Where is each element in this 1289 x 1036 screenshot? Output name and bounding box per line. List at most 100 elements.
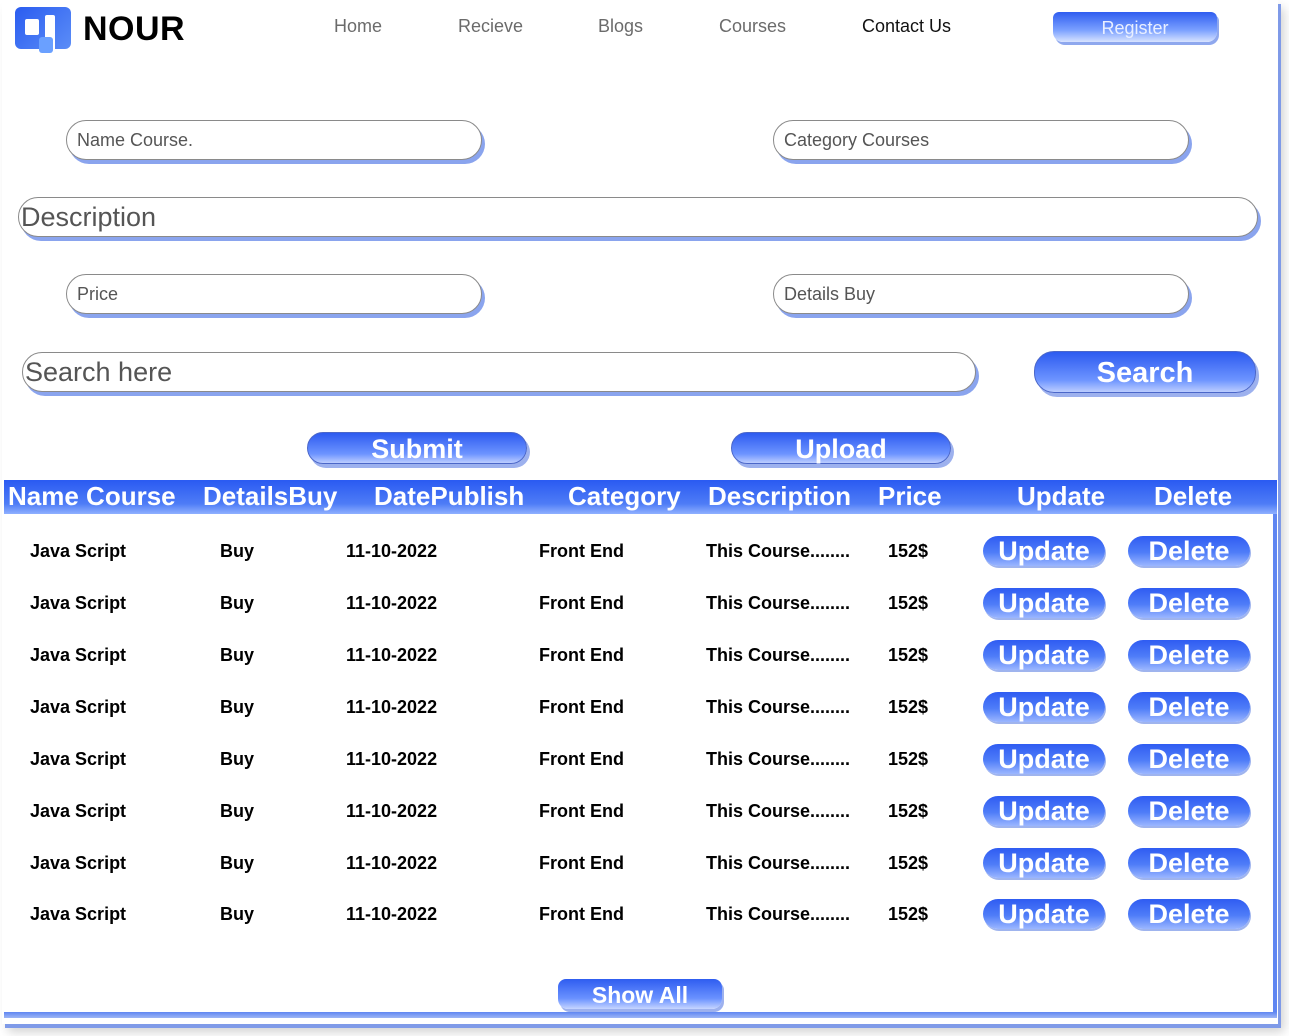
table-header: Name Course DetailsBuy DatePublish Categ… — [4, 480, 1277, 514]
header-date-publish: DatePublish — [374, 481, 525, 511]
search-placeholder: Search here — [25, 356, 173, 387]
cell-details-buy: Buy — [220, 801, 255, 821]
cell-description: This Course........ — [706, 749, 851, 769]
cell-price: 152$ — [888, 593, 929, 613]
delete-button[interactable]: Delete — [1128, 796, 1250, 826]
cell-date-publish: 11-10-2022 — [346, 593, 438, 613]
cell-category: Front End — [539, 645, 624, 665]
table-row: Java Script Buy 11-10-2022 Front End Thi… — [0, 692, 1276, 744]
table-border-bottom — [4, 1012, 1277, 1018]
cell-category: Front End — [539, 904, 624, 924]
cell-price: 152$ — [888, 904, 929, 924]
price-placeholder: Price — [77, 283, 119, 304]
cell-description: This Course........ — [706, 904, 851, 924]
cell-details-buy: Buy — [220, 749, 255, 769]
update-button[interactable]: Update — [983, 588, 1105, 618]
cell-details-buy: Buy — [220, 904, 255, 924]
category-courses-input[interactable]: Category Courses — [773, 120, 1189, 160]
details-buy-input[interactable]: Details Buy — [773, 274, 1189, 314]
cell-name-course: Java Script — [30, 749, 127, 769]
cell-description: This Course........ — [706, 593, 851, 613]
delete-button[interactable]: Delete — [1128, 848, 1250, 878]
cell-category: Front End — [539, 853, 624, 873]
cell-details-buy: Buy — [220, 541, 255, 561]
delete-button[interactable]: Delete — [1128, 588, 1250, 618]
cell-name-course: Java Script — [30, 645, 127, 665]
cell-price: 152$ — [888, 541, 929, 561]
cell-date-publish: 11-10-2022 — [346, 541, 438, 561]
update-button[interactable]: Update — [983, 640, 1105, 670]
header-update: Update — [1017, 481, 1106, 511]
table-row: Java Script Buy 11-10-2022 Front End Thi… — [0, 640, 1276, 692]
table-row: Java Script Buy 11-10-2022 Front End Thi… — [0, 588, 1276, 640]
update-button[interactable]: Update — [983, 899, 1105, 929]
update-button[interactable]: Update — [983, 692, 1105, 722]
show-all-button[interactable]: Show All — [558, 979, 722, 1009]
name-course-input[interactable]: Name Course. — [66, 120, 482, 160]
cell-description: This Course........ — [706, 645, 851, 665]
cell-date-publish: 11-10-2022 — [346, 645, 438, 665]
cell-category: Front End — [539, 749, 624, 769]
cell-name-course: Java Script — [30, 697, 127, 717]
table-row: Java Script Buy 11-10-2022 Front End Thi… — [0, 796, 1276, 848]
table-row: Java Script Buy 11-10-2022 Front End Thi… — [0, 899, 1276, 951]
header-name-course: Name Course — [8, 481, 176, 511]
cell-category: Front End — [539, 593, 624, 613]
cell-name-course: Java Script — [30, 904, 127, 924]
delete-button[interactable]: Delete — [1128, 744, 1250, 774]
upload-button[interactable]: Upload — [731, 432, 951, 464]
cell-details-buy: Buy — [220, 697, 255, 717]
cell-description: This Course........ — [706, 697, 851, 717]
cell-name-course: Java Script — [30, 541, 127, 561]
cell-description: This Course........ — [706, 801, 851, 821]
search-button[interactable]: Search — [1034, 351, 1256, 393]
delete-button[interactable]: Delete — [1128, 899, 1250, 929]
update-button[interactable]: Update — [983, 536, 1105, 566]
cell-category: Front End — [539, 801, 624, 821]
brand-name: NOUR — [83, 9, 186, 48]
cell-name-course: Java Script — [30, 593, 127, 613]
cell-description: This Course........ — [706, 853, 851, 873]
nav-blogs[interactable]: Blogs — [598, 16, 643, 37]
cell-details-buy: Buy — [220, 645, 255, 665]
description-placeholder: Description — [21, 201, 157, 232]
header-description: Description — [708, 481, 852, 511]
delete-button[interactable]: Delete — [1128, 640, 1250, 670]
cell-price: 152$ — [888, 853, 929, 873]
nour-logo-icon — [15, 5, 71, 53]
cell-name-course: Java Script — [30, 853, 127, 873]
header-category: Category — [568, 481, 681, 511]
cell-details-buy: Buy — [220, 593, 255, 613]
cell-date-publish: 11-10-2022 — [346, 904, 438, 924]
table-row: Java Script Buy 11-10-2022 Front End Thi… — [0, 536, 1276, 588]
header-details-buy: DetailsBuy — [203, 481, 338, 511]
header-price: Price — [878, 481, 942, 511]
nav-courses[interactable]: Courses — [719, 16, 786, 37]
cell-date-publish: 11-10-2022 — [346, 801, 438, 821]
cell-date-publish: 11-10-2022 — [346, 697, 438, 717]
cell-name-course: Java Script — [30, 801, 127, 821]
price-input[interactable]: Price — [66, 274, 482, 314]
search-input[interactable]: Search here — [22, 352, 976, 392]
cell-description: This Course........ — [706, 541, 851, 561]
brand-logo[interactable]: NOUR — [15, 5, 185, 53]
register-button[interactable]: Register — [1053, 12, 1217, 42]
update-button[interactable]: Update — [983, 848, 1105, 878]
cell-date-publish: 11-10-2022 — [346, 853, 438, 873]
delete-button[interactable]: Delete — [1128, 692, 1250, 722]
details-buy-placeholder: Details Buy — [784, 283, 876, 304]
submit-button[interactable]: Submit — [307, 432, 527, 464]
name-course-placeholder: Name Course. — [77, 129, 194, 150]
nav-contact-us[interactable]: Contact Us — [862, 16, 951, 37]
cell-category: Front End — [539, 541, 624, 561]
nav-home[interactable]: Home — [334, 16, 382, 37]
category-courses-placeholder: Category Courses — [784, 129, 930, 150]
description-input[interactable]: Description — [18, 197, 1258, 237]
cell-price: 152$ — [888, 697, 929, 717]
table-row: Java Script Buy 11-10-2022 Front End Thi… — [0, 848, 1276, 900]
cell-date-publish: 11-10-2022 — [346, 749, 438, 769]
nav-recieve[interactable]: Recieve — [458, 16, 523, 37]
update-button[interactable]: Update — [983, 796, 1105, 826]
delete-button[interactable]: Delete — [1128, 536, 1250, 566]
update-button[interactable]: Update — [983, 744, 1105, 774]
